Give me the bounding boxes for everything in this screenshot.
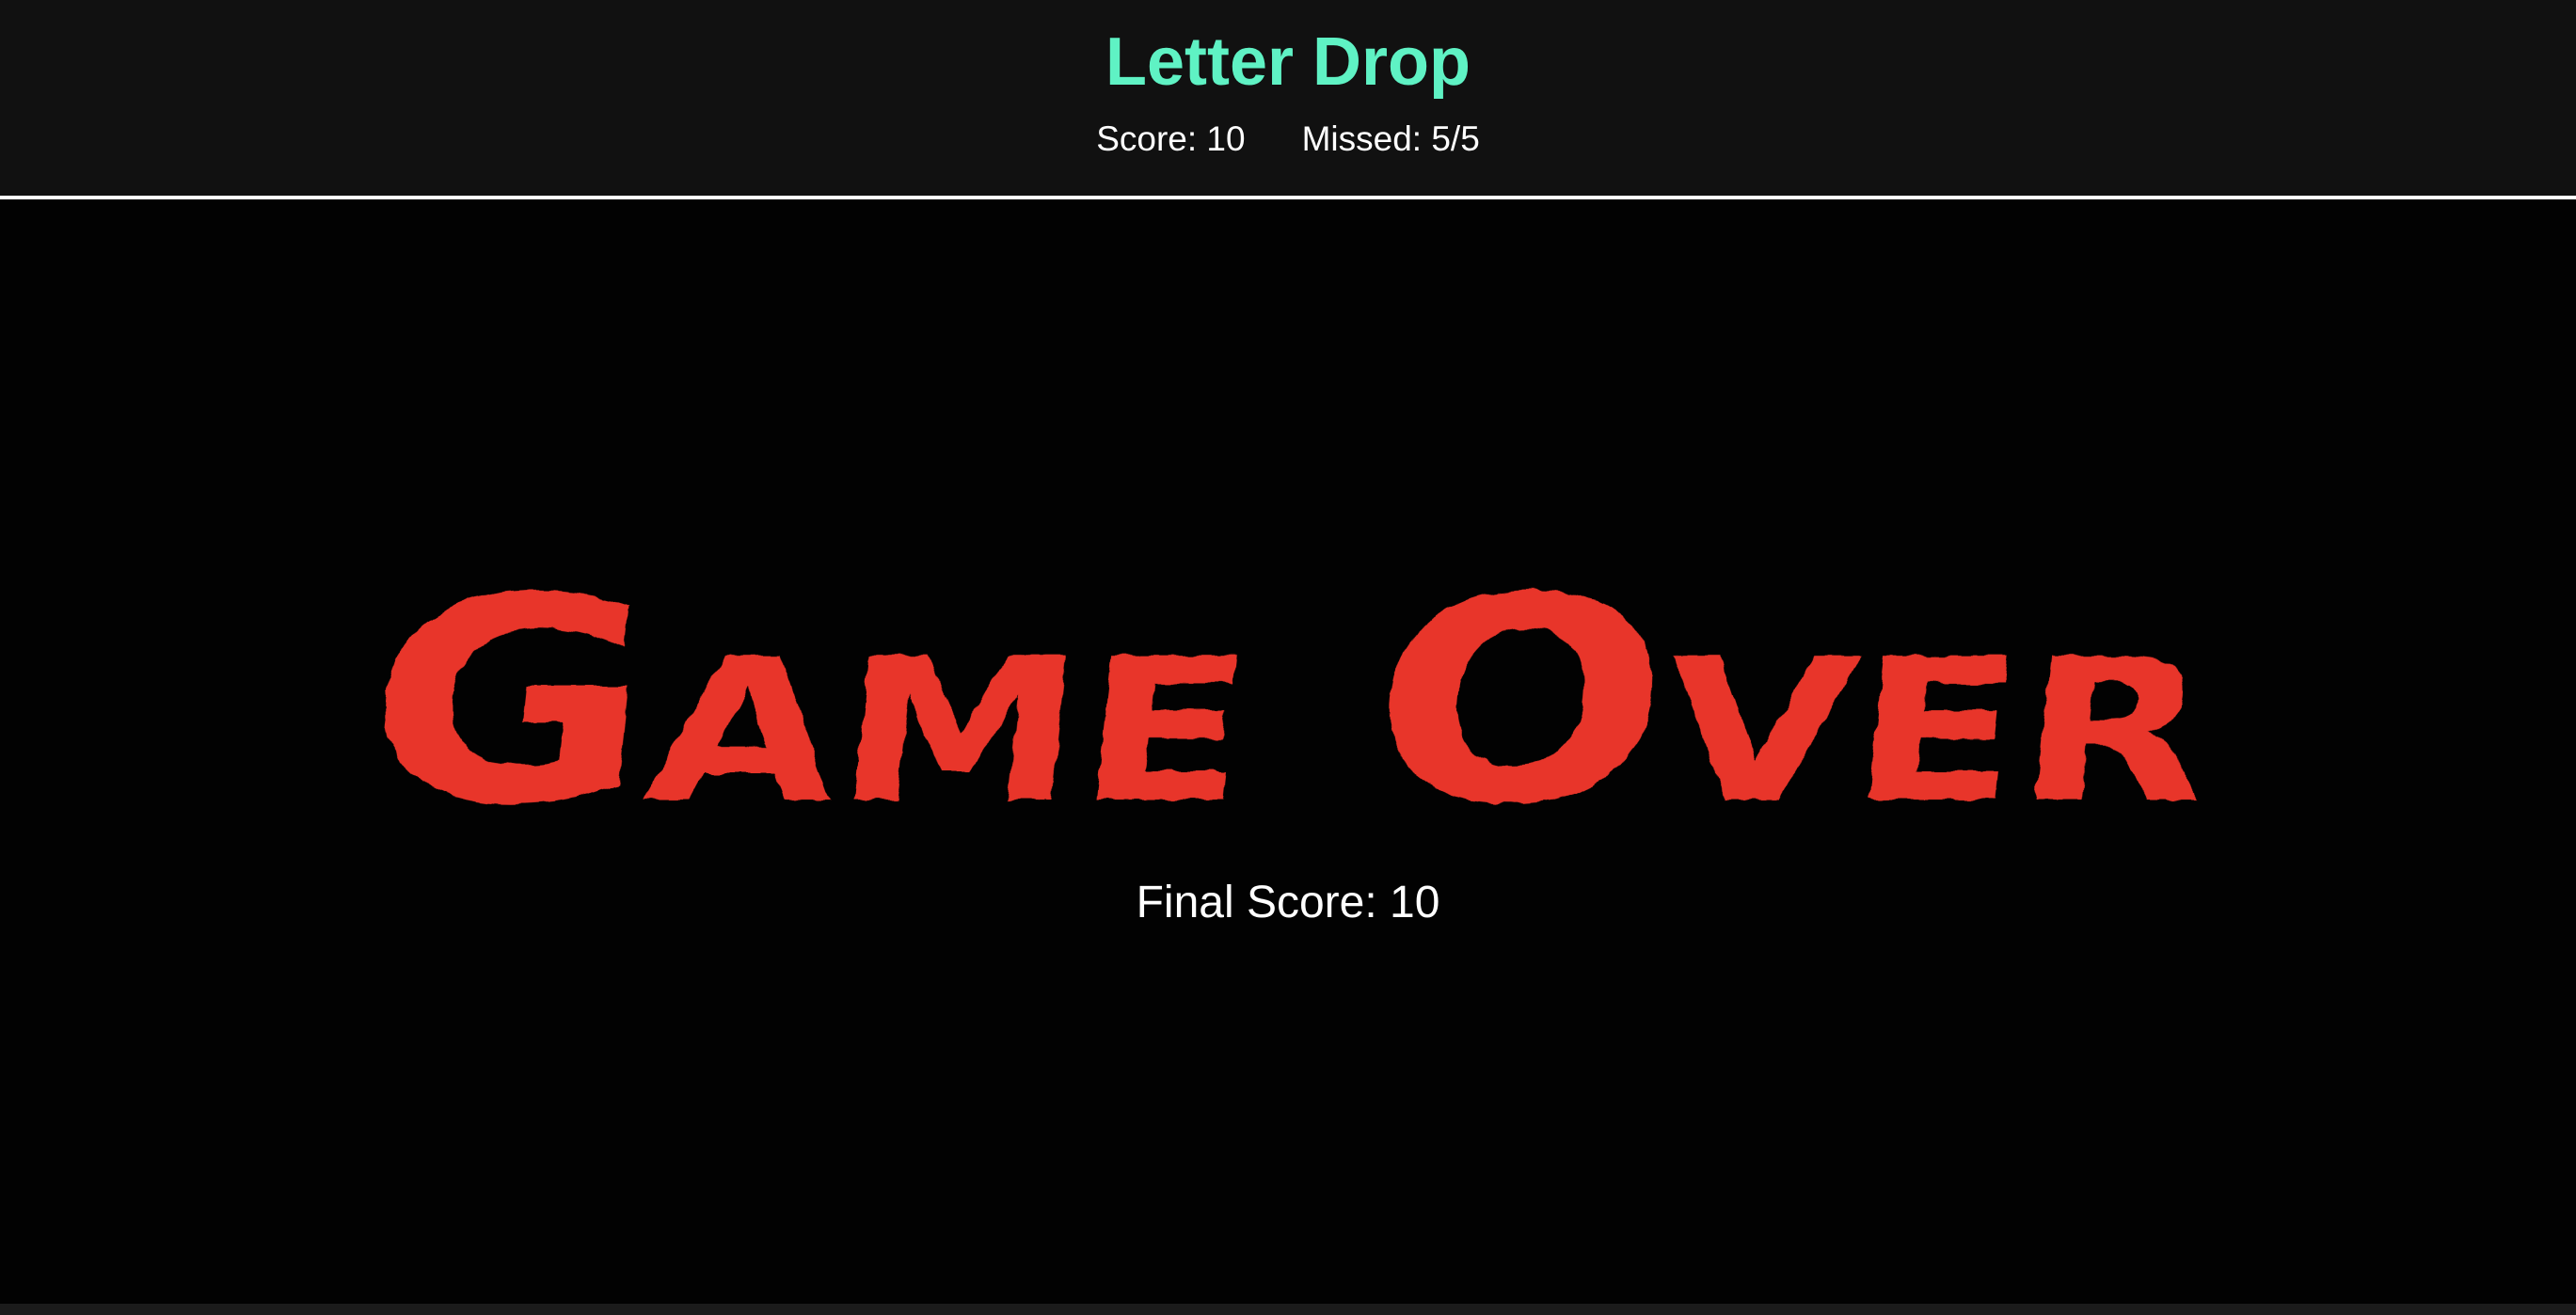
- final-score: Final Score: 10: [1136, 878, 1440, 927]
- game-title: Letter Drop: [1105, 24, 1471, 100]
- game-over-text: Game Over: [358, 538, 2220, 828]
- bottom-strip: [0, 1304, 2576, 1315]
- stats-bar: Score: 10 Missed: 5/5: [0, 117, 2576, 162]
- score-display: Score: 10: [1096, 119, 1246, 158]
- game-over-banner: Game Over: [358, 527, 2220, 828]
- missed-display: Missed: 5/5: [1301, 119, 1480, 158]
- game-header: Letter Drop Score: 10 Missed: 5/5: [0, 0, 2576, 199]
- game-over-graphic: Game Over: [358, 538, 2220, 828]
